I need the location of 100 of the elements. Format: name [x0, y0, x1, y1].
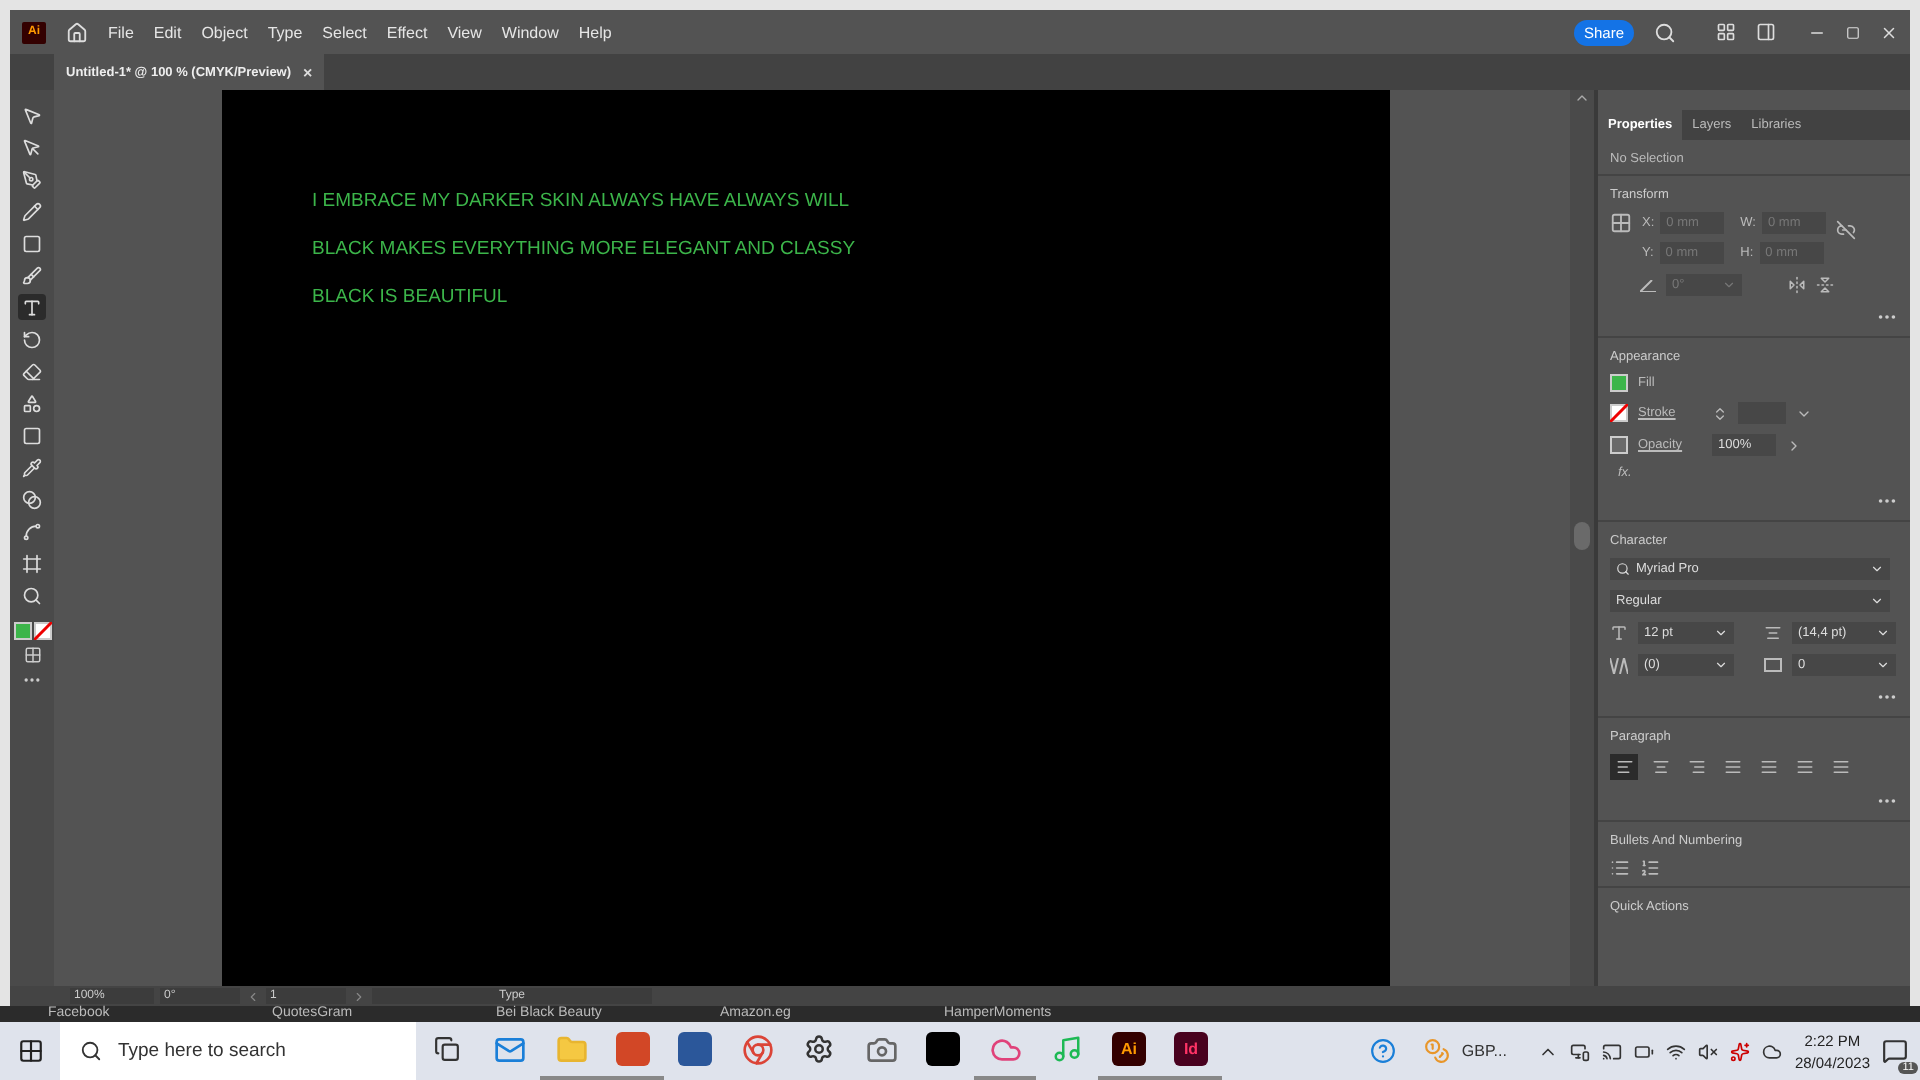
camera-icon[interactable]	[865, 1033, 897, 1065]
curve-icon	[22, 521, 42, 541]
square-icon	[22, 425, 42, 445]
arrange-icon[interactable]	[1716, 22, 1736, 42]
dropdown-icon[interactable]	[1870, 562, 1884, 576]
video-app-icon[interactable]	[926, 1032, 960, 1066]
align-button[interactable]	[1610, 754, 1638, 780]
fill-swatch[interactable]	[1610, 374, 1628, 392]
app-tray-icon[interactable]	[1730, 1041, 1751, 1061]
previous-icon[interactable]	[246, 989, 260, 1003]
notifications-icon[interactable]	[1882, 1038, 1908, 1064]
scroll-thumb[interactable]	[1574, 522, 1590, 550]
tool-button[interactable]	[18, 550, 46, 576]
menu-item[interactable]: Object	[201, 23, 248, 41]
close-icon[interactable]	[1880, 23, 1898, 41]
scroll-up-icon[interactable]	[1574, 90, 1590, 106]
presentation-app-icon[interactable]	[616, 1032, 650, 1066]
volume-muted-icon[interactable]	[1698, 1041, 1719, 1061]
opacity-swatch	[1610, 436, 1628, 454]
screen-icon[interactable]	[1602, 1041, 1623, 1061]
search-field[interactable]: Type here to search	[60, 1022, 416, 1080]
tool-button[interactable]	[18, 198, 46, 224]
next-icon[interactable]	[352, 989, 366, 1003]
tool-button[interactable]	[18, 262, 46, 288]
document-app-icon[interactable]	[678, 1032, 712, 1066]
home-icon[interactable]	[66, 21, 88, 43]
search-icon	[1616, 562, 1630, 576]
dropdown-icon[interactable]	[1876, 626, 1890, 640]
menu-item[interactable]: File	[108, 23, 134, 41]
reference-point-icon[interactable]	[1610, 212, 1632, 234]
kerning-icon	[1610, 657, 1628, 673]
tool-button[interactable]	[18, 230, 46, 256]
tool-button[interactable]	[18, 326, 46, 352]
cloud-icon[interactable]	[1762, 1041, 1783, 1061]
tool-button[interactable]	[18, 390, 46, 416]
menu-item[interactable]: Help	[578, 23, 612, 41]
align-icon	[1687, 758, 1705, 776]
app-icon[interactable]: Ai	[1112, 1032, 1146, 1066]
fill-swatch[interactable]	[13, 622, 31, 640]
shapes-icon	[22, 393, 42, 413]
mail-icon[interactable]	[493, 1033, 525, 1065]
align-icon	[1795, 758, 1813, 776]
flip-horizontal-icon[interactable]	[1788, 276, 1806, 294]
device-icon[interactable]	[1570, 1041, 1591, 1061]
close-tab-button[interactable]: ×	[303, 63, 313, 81]
dropdown-icon[interactable]	[1714, 658, 1728, 672]
no-stroke-icon[interactable]	[1610, 404, 1628, 422]
stepper-icon[interactable]	[1712, 405, 1728, 421]
menu-item[interactable]: Effect	[386, 23, 428, 41]
blend-icon	[22, 489, 42, 509]
menu-item[interactable]: Type	[267, 23, 303, 41]
chevron-right-icon[interactable]	[1786, 437, 1802, 453]
vertical-scrollbar[interactable]	[1570, 90, 1594, 986]
tool-button[interactable]	[18, 582, 46, 608]
align-icon	[1831, 758, 1849, 776]
maximize-icon[interactable]	[1846, 25, 1860, 39]
menu-item[interactable]: Edit	[153, 23, 182, 41]
tool-button[interactable]	[18, 518, 46, 544]
tool-button[interactable]	[18, 454, 46, 480]
battery-icon[interactable]	[1634, 1041, 1655, 1061]
dropdown-icon[interactable]	[1870, 594, 1884, 608]
currency-text[interactable]: GBP...	[1461, 1042, 1507, 1060]
dropdown-icon[interactable]	[1714, 626, 1728, 640]
wifi-icon[interactable]	[1666, 1041, 1687, 1061]
tool-button[interactable]	[18, 486, 46, 512]
link-icon[interactable]	[1835, 220, 1856, 240]
start-icon[interactable]	[17, 1038, 43, 1064]
tool-button[interactable]	[18, 422, 46, 448]
menu-item[interactable]: View	[447, 23, 482, 41]
artboard-text: I EMBRACE MY DARKER SKIN ALWAYS HAVE ALWAYS WILL	[312, 190, 852, 212]
brush-icon	[22, 265, 42, 285]
bullet-list-icon[interactable]	[1610, 858, 1630, 878]
artboard-text: BLACK MAKES EVERYTHING MORE ELEGANT AND CLASSY	[312, 238, 858, 260]
frame-icon	[22, 553, 42, 573]
search-icon[interactable]	[1654, 21, 1676, 43]
flip-vertical-icon[interactable]	[1816, 276, 1834, 294]
color-mode-icon[interactable]	[23, 646, 41, 664]
menu-item[interactable]: Select	[322, 23, 367, 41]
font-size-icon	[1610, 624, 1628, 642]
panel-icon[interactable]	[1756, 22, 1776, 42]
tool-button[interactable]	[18, 294, 46, 320]
eraser-icon	[22, 361, 42, 381]
rotate-icon	[22, 329, 42, 349]
numbered-list-icon[interactable]	[1640, 858, 1660, 878]
settings-icon[interactable]	[804, 1034, 834, 1064]
tool-button[interactable]	[18, 358, 46, 384]
type-icon	[22, 297, 42, 317]
help-icon[interactable]	[1369, 1038, 1396, 1064]
search-icon	[80, 1040, 102, 1062]
pointer-icon	[22, 137, 42, 157]
task-view-icon[interactable]	[434, 1036, 460, 1062]
pencil-icon	[22, 201, 42, 221]
menu-item[interactable]: Window	[501, 23, 559, 41]
square-icon	[22, 233, 42, 253]
tool-button[interactable]	[18, 166, 46, 192]
no-stroke-icon[interactable]	[33, 622, 51, 640]
dropdown-icon[interactable]	[1876, 658, 1890, 672]
eyedropper-icon	[22, 457, 42, 477]
app-icon[interactable]: Id	[1174, 1032, 1208, 1066]
browser-icon[interactable]	[741, 1033, 773, 1065]
